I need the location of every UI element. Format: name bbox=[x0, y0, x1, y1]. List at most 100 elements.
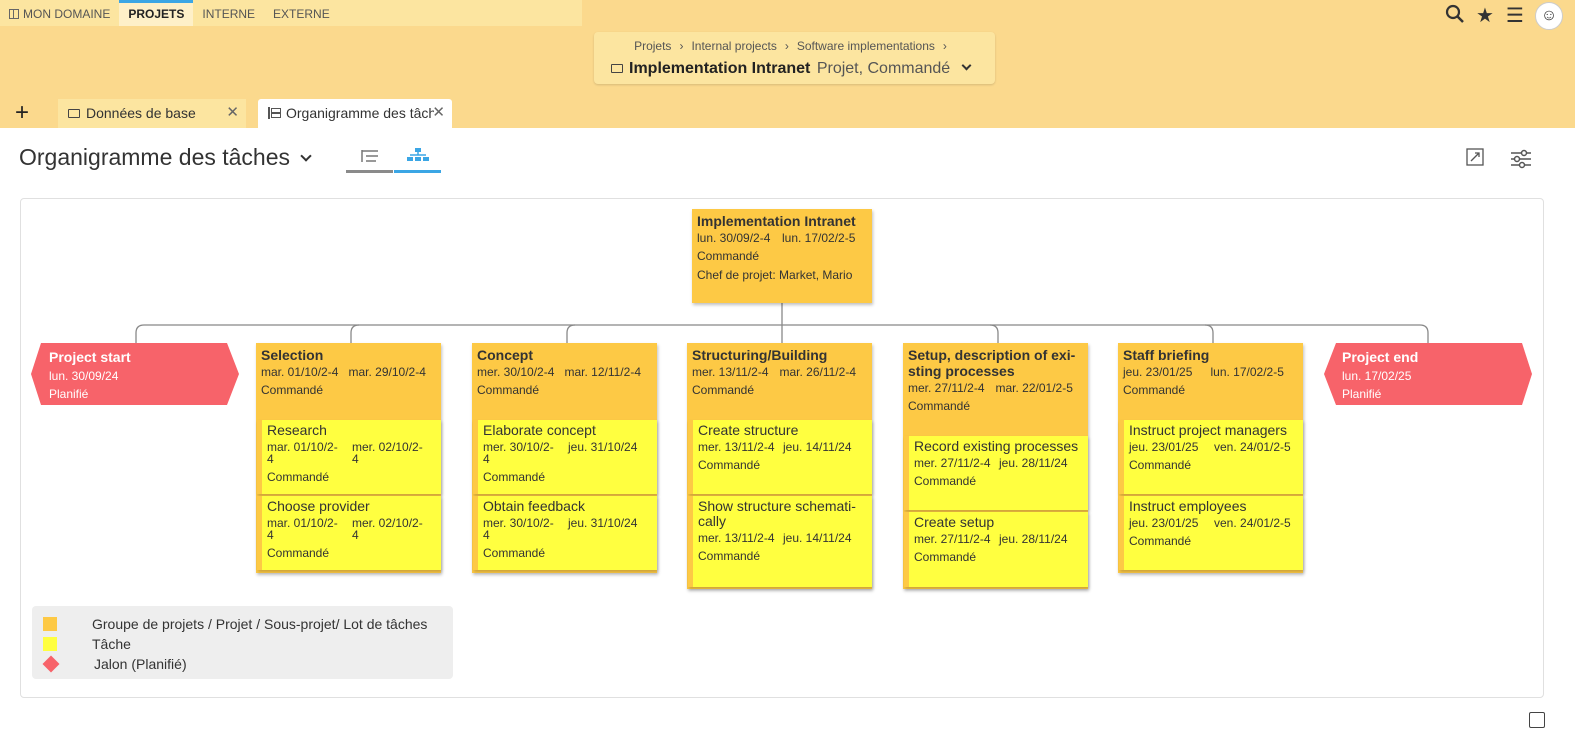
start-date: mer. 13/11/2-4 bbox=[692, 365, 769, 379]
end-date: mar. 26/11/2-4 bbox=[779, 365, 857, 379]
tab-donnees-de-base[interactable]: Données de base ✕ bbox=[58, 99, 246, 128]
legend-item: Jalon (Planifié) bbox=[42, 654, 453, 674]
end-date: jeu. 28/11/24 bbox=[999, 456, 1068, 470]
task-title: Create setup bbox=[914, 514, 995, 530]
breadcrumb-card: Projets › Internal projects › Software imple… bbox=[594, 32, 995, 84]
task-title: Research bbox=[267, 422, 327, 438]
star-icon[interactable]: ★ bbox=[1475, 4, 1495, 28]
milestone-status: Planifié bbox=[1342, 387, 1382, 401]
list-view-button[interactable] bbox=[346, 148, 393, 173]
node-status: Commandé bbox=[697, 249, 760, 263]
task-status: Commandé bbox=[914, 550, 977, 564]
task-status: Commandé bbox=[1129, 534, 1192, 548]
task-status: Commandé bbox=[914, 474, 977, 488]
project-name: Implementation Intranet bbox=[629, 60, 811, 77]
start-date: mer. 30/10/2-4 bbox=[477, 365, 555, 379]
project-selector[interactable]: Implementation Intranet Projet, Commandé bbox=[611, 60, 972, 78]
node-title: Setup, description of exi-sting processe… bbox=[908, 347, 1076, 379]
project-status: Projet, Commandé bbox=[816, 60, 951, 77]
start-date: mer. 30/10/2-4 bbox=[483, 516, 554, 542]
list-tree-icon bbox=[360, 150, 378, 162]
page-title-dropdown[interactable]: Organigramme des tâches bbox=[19, 144, 312, 171]
task-show-structure[interactable]: Show structure schemati-cally mer. 13/11… bbox=[688, 496, 872, 587]
end-date: jeu. 28/11/24 bbox=[999, 532, 1068, 546]
legend: Groupe de projets / Projet / Sous-projet… bbox=[32, 606, 453, 679]
milestone-project-start[interactable]: Project start lun. 30/09/24 Planifié bbox=[31, 343, 239, 405]
start-date: mar. 01/10/2-4 bbox=[261, 365, 339, 379]
task-obtain-feedback[interactable]: Obtain feedback mer. 30/10/2-4 jeu. 31/10… bbox=[473, 496, 657, 570]
tab-organigramme[interactable]: Organigramme des tâches ✕ bbox=[258, 99, 452, 128]
task-status: Commandé bbox=[483, 546, 546, 560]
task-status: Commandé bbox=[698, 458, 761, 472]
task-title: Show structure schemati-cally bbox=[698, 498, 856, 529]
avatar[interactable]: ☺ bbox=[1535, 2, 1563, 30]
chart-view-button[interactable] bbox=[394, 148, 441, 173]
task-instruct-project-managers[interactable]: Instruct project managers jeu. 23/01/25 v… bbox=[1119, 420, 1303, 494]
milestone-diamond-icon bbox=[42, 655, 60, 673]
task-choose-provider[interactable]: Choose provider mar. 01/10/2-4 mer. 02/10… bbox=[257, 496, 441, 570]
nav-item-interne[interactable]: INTERNE bbox=[193, 0, 264, 26]
task-instruct-employees[interactable]: Instruct employees jeu. 23/01/25 ven. 24/… bbox=[1119, 496, 1303, 570]
nav-item-mon-domaine[interactable]: MON DOMAINE bbox=[0, 0, 119, 26]
legend-item: Groupe de projets / Projet / Sous-projet… bbox=[43, 614, 453, 634]
settings-sliders-icon[interactable] bbox=[1510, 148, 1532, 170]
header-bar: MON DOMAINE PROJETS INTERNE EXTERNE ★ ☰ … bbox=[0, 0, 1575, 128]
breadcrumb-item[interactable]: Projets bbox=[634, 39, 671, 53]
task-title: Elaborate concept bbox=[483, 422, 596, 438]
end-date: lun. 17/02/2-5 bbox=[782, 231, 856, 245]
node-status: Commandé bbox=[1123, 383, 1186, 397]
folder-icon bbox=[68, 109, 80, 118]
task-research[interactable]: Research mar. 01/10/2-4 mer. 02/10/2-4 Co… bbox=[257, 420, 441, 494]
end-date: mer. 02/10/2-4 bbox=[352, 516, 423, 542]
start-date: lun. 30/09/2-4 bbox=[697, 231, 771, 245]
milestone-project-end[interactable]: Project end lun. 17/02/25 Planifié bbox=[1324, 343, 1532, 405]
node-status: Commandé bbox=[908, 399, 971, 413]
nav-item-externe[interactable]: EXTERNE bbox=[264, 0, 339, 26]
end-date: jeu. 14/11/24 bbox=[783, 531, 852, 545]
start-date: mar. 01/10/2-4 bbox=[267, 516, 338, 542]
main-nav: MON DOMAINE PROJETS INTERNE EXTERNE bbox=[0, 0, 582, 26]
node-status: Commandé bbox=[261, 383, 324, 397]
breadcrumb-item[interactable]: Internal projects bbox=[691, 39, 776, 53]
close-icon[interactable]: ✕ bbox=[226, 99, 239, 127]
end-date: mer. 02/10/2-4 bbox=[352, 440, 423, 466]
node-title: Staff briefing bbox=[1123, 347, 1210, 363]
expand-icon[interactable] bbox=[1464, 148, 1486, 170]
start-date: mer. 13/11/2-4 bbox=[698, 440, 775, 454]
start-date: mer. 27/11/2-4 bbox=[908, 381, 985, 395]
task-title: Choose provider bbox=[267, 498, 370, 514]
breadcrumb-item[interactable]: Software implementations bbox=[797, 39, 935, 53]
add-tab-button[interactable]: + bbox=[0, 99, 44, 128]
tree-icon bbox=[268, 107, 281, 119]
node-title: Structuring/Building bbox=[692, 347, 828, 363]
task-status: Commandé bbox=[267, 470, 330, 484]
milestone-date: lun. 17/02/25 bbox=[1342, 369, 1412, 383]
menu-icon[interactable]: ☰ bbox=[1505, 4, 1525, 28]
end-date: mar. 29/10/2-4 bbox=[348, 365, 426, 379]
nav-item-projets[interactable]: PROJETS bbox=[119, 0, 194, 26]
end-date: ven. 24/01/2-5 bbox=[1214, 516, 1291, 530]
legend-item: Tâche bbox=[43, 634, 453, 654]
start-date: jeu. 23/01/25 bbox=[1123, 365, 1193, 379]
end-date: mar. 12/11/2-4 bbox=[564, 365, 642, 379]
task-create-setup[interactable]: Create setup mer. 27/11/2-4 jeu. 28/11/24… bbox=[904, 512, 1088, 587]
top-icons: ★ ☰ ☺ bbox=[1445, 2, 1563, 30]
breadcrumb: Projets › Internal projects › Software imple… bbox=[634, 39, 947, 53]
exit-icon[interactable] bbox=[1529, 712, 1545, 728]
chevron-down-icon[interactable] bbox=[961, 60, 972, 71]
task-title: Instruct project managers bbox=[1129, 422, 1287, 438]
milestone-title: Project start bbox=[49, 349, 131, 365]
start-date: mer. 30/10/2-4 bbox=[483, 440, 554, 466]
end-date: jeu. 14/11/24 bbox=[783, 440, 852, 454]
start-date: mer. 27/11/2-4 bbox=[914, 532, 991, 546]
close-icon[interactable]: ✕ bbox=[432, 99, 445, 127]
root-node[interactable]: Implementation Intranet lun. 30/09/2-4 lu… bbox=[692, 209, 872, 303]
milestone-date: lun. 30/09/24 bbox=[49, 369, 119, 383]
task-swatch bbox=[43, 637, 57, 651]
search-icon[interactable] bbox=[1445, 4, 1465, 28]
task-elaborate-concept[interactable]: Elaborate concept mer. 30/10/2-4 jeu. 31/… bbox=[473, 420, 657, 494]
task-create-structure[interactable]: Create structure mer. 13/11/2-4 jeu. 14/1… bbox=[688, 420, 872, 494]
folder-icon bbox=[611, 64, 623, 73]
task-record-existing-processes[interactable]: Record existing processes mer. 27/11/2-4… bbox=[904, 436, 1088, 510]
node-title: Selection bbox=[261, 347, 324, 363]
